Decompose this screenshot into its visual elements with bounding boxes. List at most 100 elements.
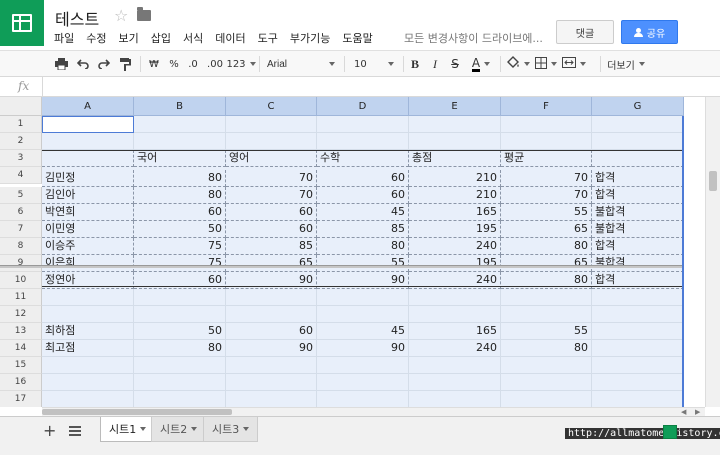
column-header[interactable]: A	[42, 97, 134, 116]
cell[interactable]: 불합격	[592, 255, 684, 272]
row-header[interactable]: 5	[0, 187, 42, 204]
more-dropdown[interactable]: 더보기	[604, 54, 648, 74]
cell[interactable]: 165	[409, 323, 501, 340]
undo-icon[interactable]	[74, 54, 92, 74]
cell[interactable]: 85	[226, 238, 317, 255]
fill-color-dropdown[interactable]	[505, 54, 531, 74]
horizontal-scroll-thumb[interactable]	[42, 409, 232, 415]
cell[interactable]: 총점	[409, 150, 501, 167]
cell[interactable]: 합격	[592, 238, 684, 255]
percent-button[interactable]: %	[166, 54, 182, 74]
cell[interactable]: 45	[317, 204, 409, 221]
cell[interactable]	[42, 289, 134, 306]
cell[interactable]	[409, 116, 501, 133]
cell[interactable]	[501, 357, 592, 374]
horizontal-scrollbar[interactable]	[42, 407, 705, 416]
scroll-left-icon[interactable]: ◀	[681, 408, 686, 416]
chevron-down-icon[interactable]	[140, 427, 147, 431]
cell[interactable]	[42, 306, 134, 323]
row-header[interactable]: 13	[0, 323, 42, 340]
cell[interactable]	[317, 306, 409, 323]
cell[interactable]	[317, 116, 409, 133]
cell[interactable]: 65	[501, 221, 592, 238]
cell[interactable]: 60	[226, 323, 317, 340]
cell[interactable]	[226, 289, 317, 306]
italic-button[interactable]: I	[427, 54, 443, 74]
row-header[interactable]: 6	[0, 204, 42, 221]
column-header[interactable]: E	[409, 97, 501, 116]
cell[interactable]	[317, 391, 409, 407]
cell[interactable]	[409, 391, 501, 407]
menu-edit[interactable]: 수정	[80, 30, 112, 46]
cell[interactable]	[592, 289, 684, 306]
cell[interactable]: 이민영	[42, 221, 134, 238]
cell[interactable]	[501, 391, 592, 407]
cell[interactable]	[134, 116, 226, 133]
cell[interactable]: 80	[501, 238, 592, 255]
row-header[interactable]: 7	[0, 221, 42, 238]
cell[interactable]: 국어	[134, 150, 226, 167]
cell[interactable]: 70	[226, 170, 317, 187]
cell[interactable]	[134, 357, 226, 374]
cell[interactable]: 합격	[592, 187, 684, 204]
cell[interactable]: 210	[409, 170, 501, 187]
cell[interactable]: 이승주	[42, 238, 134, 255]
explore-icon[interactable]	[663, 425, 677, 439]
cell[interactable]	[42, 150, 134, 167]
row-header[interactable]: 9	[0, 255, 42, 272]
cell[interactable]: 55	[501, 204, 592, 221]
save-status[interactable]: 모든 변경사항이 드라이브에...	[404, 30, 543, 46]
print-icon[interactable]	[52, 54, 70, 74]
cell[interactable]	[226, 133, 317, 150]
scroll-right-icon[interactable]: ▶	[695, 408, 700, 416]
cell[interactable]: 최고점	[42, 340, 134, 357]
cell[interactable]	[501, 116, 592, 133]
bold-button[interactable]: B	[407, 54, 423, 74]
cell[interactable]: 65	[501, 255, 592, 272]
strikethrough-button[interactable]: S	[447, 54, 463, 74]
cell[interactable]: 55	[317, 255, 409, 272]
cell[interactable]: 240	[409, 340, 501, 357]
row-header[interactable]: 3	[0, 150, 42, 167]
row-header[interactable]: 2	[0, 133, 42, 150]
menu-format[interactable]: 서식	[177, 30, 209, 46]
cell[interactable]: 80	[317, 238, 409, 255]
cell[interactable]: 195	[409, 221, 501, 238]
text-color-dropdown[interactable]: A	[467, 54, 495, 74]
folder-icon[interactable]	[137, 7, 151, 21]
row-header[interactable]: 15	[0, 357, 42, 374]
share-button[interactable]: 공유	[621, 20, 678, 44]
cell[interactable]	[409, 289, 501, 306]
cell[interactable]: 75	[134, 238, 226, 255]
cell[interactable]: 불합격	[592, 221, 684, 238]
cell[interactable]	[592, 150, 684, 167]
cell[interactable]: 55	[501, 323, 592, 340]
font-size-dropdown[interactable]: 10	[350, 54, 398, 74]
menu-insert[interactable]: 삽입	[145, 30, 177, 46]
cell[interactable]	[226, 116, 317, 133]
tab-sheet-1[interactable]: 시트1	[100, 417, 156, 442]
cell[interactable]	[134, 306, 226, 323]
cell[interactable]	[226, 391, 317, 407]
all-sheets-menu-icon[interactable]	[69, 426, 81, 436]
borders-dropdown[interactable]	[534, 54, 558, 74]
cell[interactable]: 75	[134, 255, 226, 272]
column-header[interactable]: G	[592, 97, 684, 116]
cell[interactable]	[134, 391, 226, 407]
cell[interactable]	[134, 374, 226, 391]
cell[interactable]	[409, 133, 501, 150]
vertical-scrollbar[interactable]	[705, 97, 720, 407]
row-header[interactable]: 14	[0, 340, 42, 357]
cell[interactable]: 85	[317, 221, 409, 238]
row-header[interactable]: 10	[0, 272, 42, 289]
sheets-logo-icon[interactable]	[0, 0, 44, 46]
cell[interactable]: 김민정	[42, 170, 134, 187]
cell[interactable]: 합격	[592, 170, 684, 187]
vertical-scroll-thumb[interactable]	[709, 171, 717, 191]
cell[interactable]: 70	[501, 187, 592, 204]
more-formats-dropdown[interactable]: 123	[226, 54, 256, 74]
cell[interactable]	[42, 374, 134, 391]
frozen-rows-divider[interactable]	[0, 265, 684, 268]
comment-button[interactable]: 댓글	[556, 20, 614, 44]
cell[interactable]: 80	[134, 340, 226, 357]
